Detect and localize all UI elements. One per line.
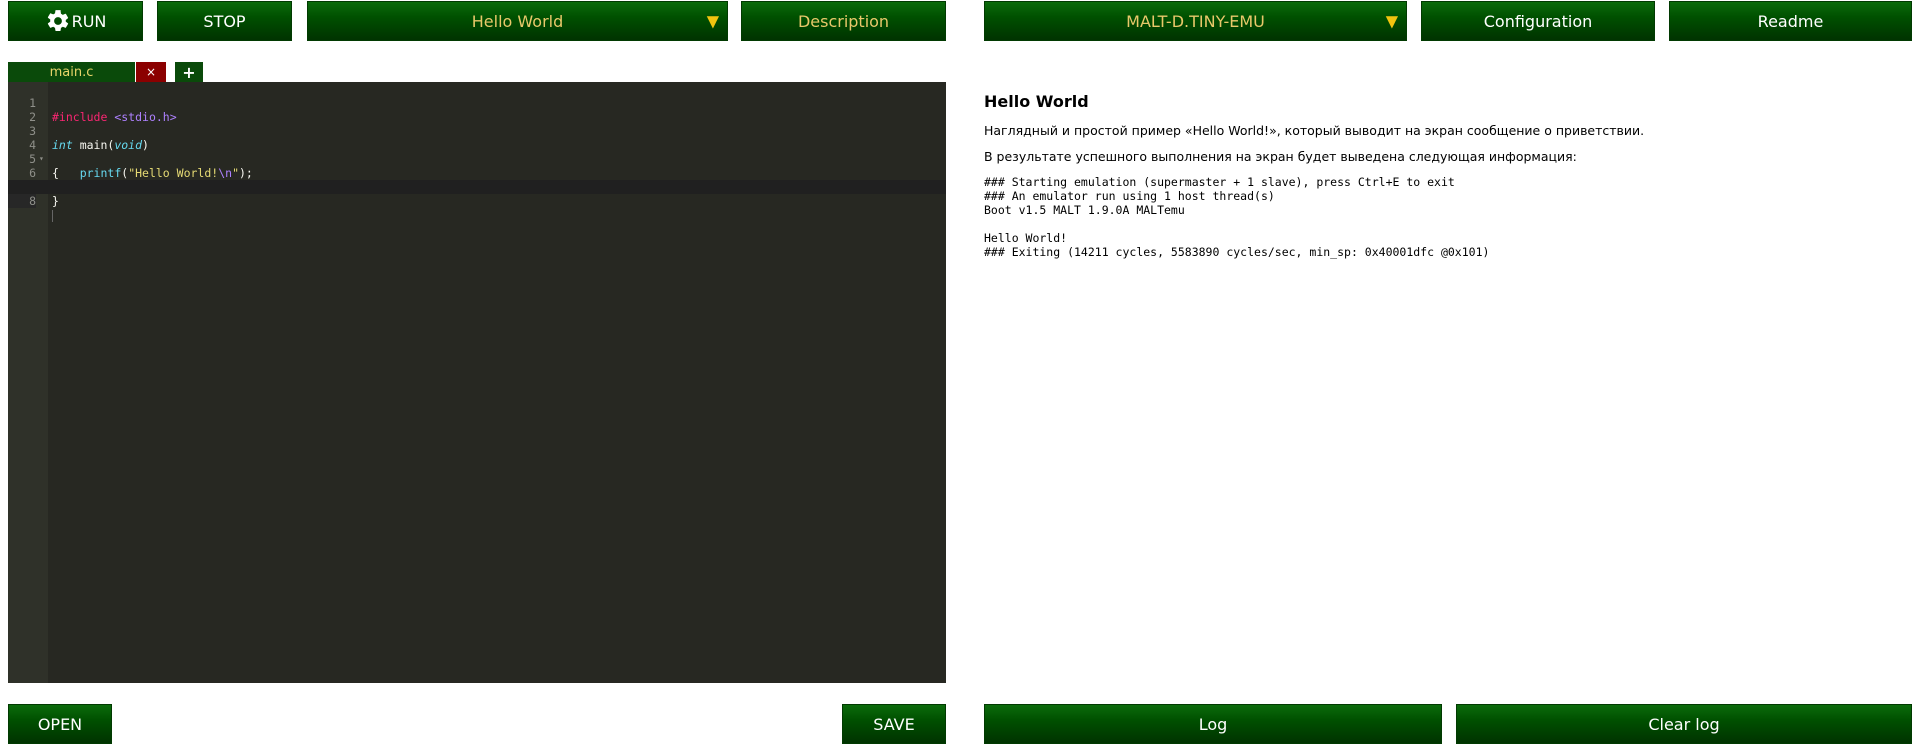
add-tab-button[interactable]: + [175,62,203,82]
code-line[interactable]: 2 [8,96,946,124]
caret-down-icon: ▼ [1385,11,1398,31]
tab-label: main.c [49,64,94,80]
readme-label: Readme [1757,11,1824,31]
save-button[interactable]: SAVE [842,704,946,744]
example-select[interactable]: Hello World ▼ [307,1,728,41]
clear-log-label: Clear log [1648,714,1720,734]
description-title: Hello World [984,92,1089,111]
description-panel: Hello World Наглядный и простой пример «… [984,92,1904,259]
readme-button[interactable]: Readme [1669,1,1912,41]
description-button[interactable]: Description [741,1,946,41]
target-select[interactable]: MALT-D.TINY-EMU ▼ [984,1,1407,41]
description-paragraph: Наглядный и простой пример «Hello World!… [984,123,1645,138]
target-select-value: MALT-D.TINY-EMU [1126,11,1265,31]
log-button[interactable]: Log [984,704,1442,744]
line-number: 8 [8,194,36,208]
sample-output: ### Starting emulation (supermaster + 1 … [984,175,1490,259]
code-line[interactable]: 7 } [8,166,946,208]
code-line[interactable]: 5 printf("Hello World!\n"); [8,138,946,180]
open-label: OPEN [37,714,83,734]
code-line-active[interactable]: 8 [8,180,946,222]
caret-down-icon: ▼ [706,11,719,31]
configuration-button[interactable]: Configuration [1421,1,1655,41]
code-editor[interactable]: 1 #include <stdio.h> 2 3 int main(void) … [8,82,946,683]
code-line[interactable]: 3 int main(void) [8,110,946,152]
close-tab-button[interactable]: × [136,62,166,82]
text-cursor [52,208,53,222]
log-label: Log [1198,714,1228,734]
example-select-value: Hello World [471,11,564,31]
save-label: SAVE [873,714,915,734]
tab-main-c[interactable]: main.c [8,62,135,82]
close-icon: × [145,65,157,79]
clear-log-button[interactable]: Clear log [1456,704,1912,744]
run-button[interactable]: RUN [8,1,143,41]
description-paragraph: В результате успешного выполнения на экр… [984,149,1577,164]
configuration-label: Configuration [1483,11,1593,31]
code-text: } [52,194,59,208]
open-button[interactable]: OPEN [8,704,112,744]
run-label: RUN [71,11,107,31]
description-label: Description [797,11,890,31]
code-line[interactable]: 4 ▾ { [8,124,946,180]
code-line[interactable]: 1 #include <stdio.h> [8,82,946,124]
stop-label: STOP [203,11,246,31]
stop-button[interactable]: STOP [157,1,292,41]
plus-icon: + [182,62,196,82]
gear-icon [47,10,68,31]
code-line[interactable]: 6 return 0; [8,152,946,194]
